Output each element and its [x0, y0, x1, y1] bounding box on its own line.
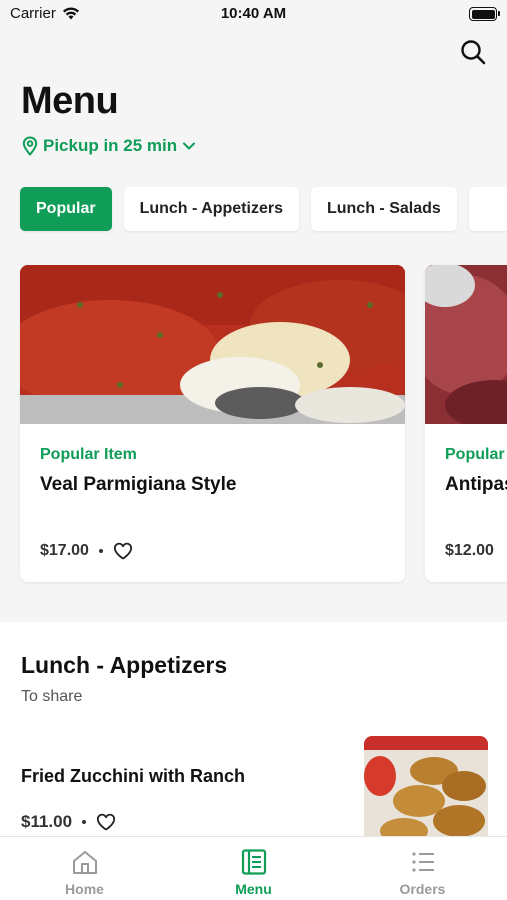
menu-item-price: $11.00	[21, 812, 73, 831]
chevron-down-icon	[183, 142, 196, 150]
home-icon	[72, 851, 97, 874]
popular-item-card[interactable]: Popular Item Veal Parmigiana Style $17.0…	[20, 265, 405, 582]
food-photo-antipasto	[425, 265, 507, 424]
category-tab-lunch-salads[interactable]: Lunch - Salads	[310, 187, 457, 231]
section-subtitle: To share	[21, 688, 83, 705]
status-time: 10:40 AM	[220, 5, 287, 22]
food-photo-fried-zucchini[interactable]	[364, 736, 488, 846]
food-photo-veal-parmigiana	[20, 265, 405, 424]
item-price: $12.00	[445, 542, 494, 559]
tab-bar: Home Menu Orders	[0, 836, 507, 900]
tab-home[interactable]: Home	[0, 837, 169, 900]
pickup-label: Pickup in 25 min	[43, 136, 178, 155]
popular-tag: Popular Item	[40, 446, 137, 463]
category-tab-popular[interactable]: Popular	[20, 187, 112, 231]
screen: Carrier 10:40 AM Menu Pickup in 25 min P…	[0, 0, 507, 900]
separator-dot	[82, 820, 87, 824]
page-title: Menu	[21, 80, 119, 122]
item-price: $17.00	[40, 542, 89, 559]
battery-icon	[469, 7, 500, 21]
menu-item-price-row: $11.00	[21, 812, 116, 832]
list-icon	[411, 852, 434, 872]
tab-orders[interactable]: Orders	[338, 837, 507, 900]
menu-item-name[interactable]: Fried Zucchini with Ranch	[21, 766, 245, 787]
tab-menu[interactable]: Menu	[169, 837, 338, 900]
pickup-selector[interactable]: Pickup in 25 min	[22, 136, 196, 156]
category-tabs: Popular Lunch - Appetizers Lunch - Salad…	[20, 187, 507, 231]
tab-label: Orders	[399, 881, 446, 897]
item-name: Veal Parmigiana Style	[40, 474, 237, 495]
tab-label: Menu	[235, 881, 272, 897]
price-row: $17.00	[40, 542, 133, 560]
section-title: Lunch - Appetizers	[21, 652, 228, 678]
popular-tag: Popular Item	[445, 446, 507, 463]
item-name: Antipasto	[445, 474, 507, 495]
search-icon[interactable]	[459, 38, 487, 66]
category-tab-more[interactable]	[468, 187, 507, 231]
tab-label: Home	[65, 881, 104, 897]
popular-item-card[interactable]: Popular Item Antipasto $12.00	[425, 265, 507, 582]
location-pin-icon	[22, 136, 38, 156]
menu-book-icon	[241, 849, 266, 875]
heart-icon[interactable]	[96, 813, 116, 831]
heart-icon[interactable]	[113, 542, 133, 560]
price-row: $12.00	[445, 542, 494, 560]
category-tab-lunch-appetizers[interactable]: Lunch - Appetizers	[123, 187, 299, 231]
status-bar: Carrier 10:40 AM	[0, 0, 507, 28]
separator-dot	[98, 549, 103, 553]
